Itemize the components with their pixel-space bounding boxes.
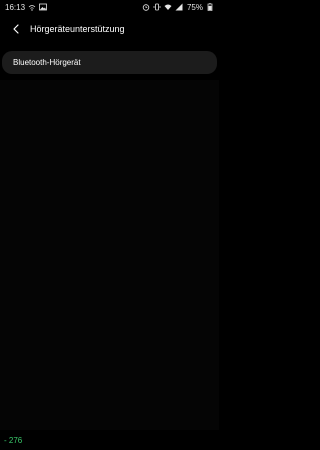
- battery-percent: 75%: [186, 2, 203, 12]
- status-bar: 16:13 75%: [0, 0, 219, 14]
- alarm-icon: [142, 3, 150, 11]
- signal-icon: [175, 3, 183, 11]
- status-time: 16:13: [5, 2, 26, 12]
- wifi-icon: [164, 3, 172, 11]
- wifi-calling-icon: [28, 3, 36, 11]
- back-button[interactable]: [5, 18, 27, 40]
- page-title: Hörgeräteunterstützung: [30, 24, 125, 34]
- status-bar-left: 16:13: [5, 3, 47, 12]
- battery-icon: [206, 3, 214, 11]
- app-bar: Hörgeräteunterstützung: [0, 18, 219, 40]
- vibrate-icon: [153, 3, 161, 11]
- back-chevron-icon: [12, 24, 20, 34]
- settings-item-bluetooth-hearing-aid[interactable]: Bluetooth-Hörgerät: [2, 51, 217, 74]
- settings-item-label: Bluetooth-Hörgerät: [13, 58, 81, 67]
- debug-counter: - 276: [4, 436, 23, 445]
- content-area: [0, 80, 219, 430]
- gallery-icon: [39, 3, 47, 11]
- status-bar-right: 75%: [142, 3, 214, 12]
